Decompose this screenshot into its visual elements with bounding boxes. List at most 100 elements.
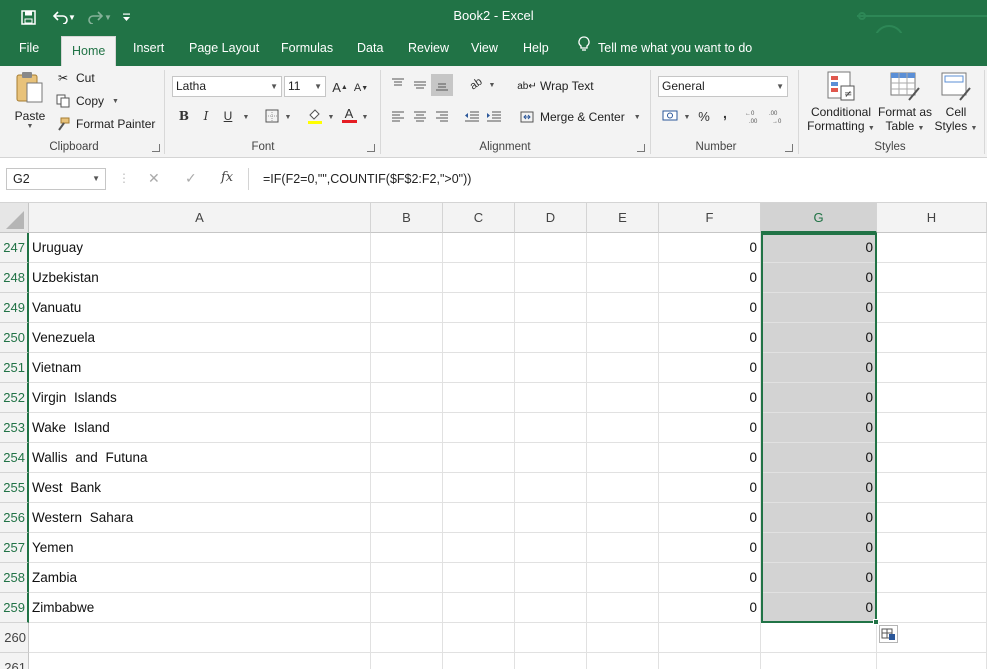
format-painter-button[interactable]: Format Painter <box>54 116 155 132</box>
decrease-font-size-icon[interactable]: A ▼ <box>351 79 371 97</box>
quick-analysis-button[interactable] <box>879 625 898 643</box>
cell-a[interactable]: Wallis and Futuna <box>29 443 371 473</box>
cell-d[interactable] <box>515 263 587 293</box>
decrease-indent-icon[interactable] <box>462 107 482 125</box>
cell-c[interactable] <box>443 233 515 263</box>
chevron-down-icon[interactable]: ▼ <box>482 76 502 94</box>
bold-button[interactable]: B <box>174 107 194 125</box>
tell-me-box[interactable]: Tell me what you want to do <box>572 33 762 66</box>
row-header[interactable]: 256 <box>0 503 29 533</box>
cell-c[interactable] <box>443 383 515 413</box>
cell-g[interactable]: 0 <box>761 533 877 563</box>
cell-f[interactable]: 0 <box>659 323 761 353</box>
cell-e[interactable] <box>587 353 659 383</box>
comma-style-button[interactable]: , <box>715 104 735 122</box>
cell-b[interactable] <box>371 413 443 443</box>
paste-button[interactable]: Paste ▼ <box>12 70 48 130</box>
cell-b[interactable] <box>371 263 443 293</box>
column-header-c[interactable]: C <box>443 203 515 233</box>
decrease-decimal-icon[interactable]: .00 →0 <box>767 107 787 125</box>
cell-h[interactable] <box>877 323 987 353</box>
cell-d[interactable] <box>515 503 587 533</box>
chevron-down-icon[interactable]: ▼ <box>278 108 298 126</box>
cell-a[interactable]: Vanuatu <box>29 293 371 323</box>
tab-help[interactable]: Help <box>513 33 559 66</box>
cell-g[interactable]: 0 <box>761 263 877 293</box>
cell-c[interactable] <box>443 353 515 383</box>
row-header[interactable]: 260 <box>0 623 29 653</box>
cell-f[interactable]: 0 <box>659 503 761 533</box>
tab-home[interactable]: Home <box>61 36 117 66</box>
cell-f[interactable]: 0 <box>659 563 761 593</box>
cell-a[interactable]: Western Sahara <box>29 503 371 533</box>
align-center-icon[interactable] <box>410 107 430 125</box>
tab-insert[interactable]: Insert <box>123 33 174 66</box>
cell-c[interactable] <box>443 443 515 473</box>
align-middle-icon[interactable] <box>410 75 430 93</box>
cell-c[interactable] <box>443 563 515 593</box>
cell-b[interactable] <box>371 383 443 413</box>
cell-g[interactable] <box>761 653 877 669</box>
cell-c[interactable] <box>443 323 515 353</box>
row-header[interactable]: 251 <box>0 353 29 383</box>
cell-b[interactable] <box>371 533 443 563</box>
cell-g[interactable] <box>761 623 877 653</box>
column-header-b[interactable]: B <box>371 203 443 233</box>
conditional-formatting-button[interactable]: ≠ Conditional Formatting ▼ <box>806 70 876 136</box>
insert-function-icon[interactable]: fx <box>221 170 233 185</box>
align-left-icon[interactable] <box>388 107 408 125</box>
row-header[interactable]: 253 <box>0 413 29 443</box>
cell-a[interactable]: Zambia <box>29 563 371 593</box>
enter-check-icon[interactable]: ✓ <box>185 170 197 187</box>
cell-e[interactable] <box>587 323 659 353</box>
cell-d[interactable] <box>515 293 587 323</box>
cell-h[interactable] <box>877 533 987 563</box>
cell-d[interactable] <box>515 593 587 623</box>
align-bottom-icon[interactable] <box>431 74 453 96</box>
cell-f[interactable]: 0 <box>659 413 761 443</box>
cell-g[interactable]: 0 <box>761 413 877 443</box>
column-header-h[interactable]: H <box>877 203 987 233</box>
cell-b[interactable] <box>371 593 443 623</box>
cell-h[interactable] <box>877 383 987 413</box>
cell-f[interactable] <box>659 653 761 669</box>
clipboard-dialog-launcher[interactable] <box>152 144 160 152</box>
tab-data[interactable]: Data <box>347 33 393 66</box>
cell-e[interactable] <box>587 443 659 473</box>
row-header[interactable]: 252 <box>0 383 29 413</box>
row-header[interactable]: 257 <box>0 533 29 563</box>
cell-d[interactable] <box>515 563 587 593</box>
cell-g[interactable]: 0 <box>761 593 877 623</box>
cell-g[interactable]: 0 <box>761 443 877 473</box>
number-format-dropdown[interactable]: General ▼ <box>658 76 788 97</box>
cell-f[interactable]: 0 <box>659 383 761 413</box>
cell-e[interactable] <box>587 533 659 563</box>
column-header-e[interactable]: E <box>587 203 659 233</box>
font-dialog-launcher[interactable] <box>367 144 375 152</box>
cancel-icon[interactable]: ✕ <box>148 170 160 187</box>
cell-g[interactable]: 0 <box>761 503 877 533</box>
cell-f[interactable]: 0 <box>659 293 761 323</box>
cell-a[interactable]: Wake Island <box>29 413 371 443</box>
cell-a[interactable]: Uruguay <box>29 233 371 263</box>
formula-input[interactable]: =IF(F2=0,"",COUNTIF($F$2:F2,">0")) <box>248 168 987 190</box>
increase-decimal-icon[interactable]: ←0.00 <box>744 107 764 125</box>
cell-d[interactable] <box>515 443 587 473</box>
cell-f[interactable]: 0 <box>659 443 761 473</box>
row-header[interactable]: 255 <box>0 473 29 503</box>
increase-font-size-icon[interactable]: A ▲ <box>330 78 350 96</box>
cell-h[interactable] <box>877 503 987 533</box>
cell-styles-button[interactable]: Cell Styles ▼ <box>934 70 978 136</box>
row-header[interactable]: 259 <box>0 593 29 623</box>
cell-h[interactable] <box>877 293 987 323</box>
cell-g[interactable]: 0 <box>761 383 877 413</box>
select-all-corner[interactable] <box>0 203 29 233</box>
cell-g[interactable]: 0 <box>761 293 877 323</box>
row-header[interactable]: 254 <box>0 443 29 473</box>
cell-b[interactable] <box>371 443 443 473</box>
cell-d[interactable] <box>515 413 587 443</box>
chevron-down-icon[interactable]: ▼ <box>355 108 375 126</box>
cell-h[interactable] <box>877 593 987 623</box>
cell-b[interactable] <box>371 233 443 263</box>
cell-c[interactable] <box>443 503 515 533</box>
